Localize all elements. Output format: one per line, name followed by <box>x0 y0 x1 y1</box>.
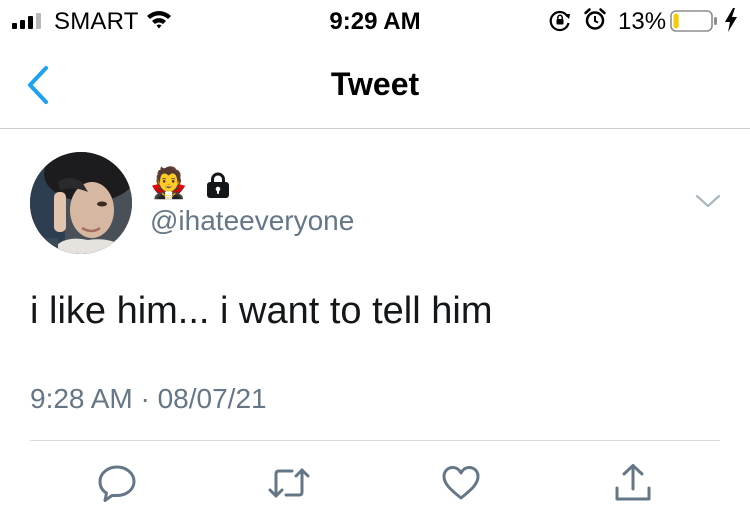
share-icon <box>615 464 651 501</box>
avatar[interactable] <box>30 152 132 254</box>
retweet-icon <box>268 468 310 498</box>
battery-percentage: 13% <box>618 8 667 35</box>
divider <box>30 440 720 441</box>
tweet-timestamp: 9:28 AM · 08/07/21 <box>30 383 267 414</box>
battery-icon <box>670 10 717 32</box>
lock-icon <box>207 172 229 198</box>
nav-bar: Tweet <box>0 40 750 129</box>
chevron-down-icon <box>695 194 721 208</box>
like-icon <box>442 466 480 500</box>
page-title: Tweet <box>330 66 420 102</box>
rotation-lock-icon <box>549 10 570 32</box>
charging-bolt-icon <box>725 8 737 32</box>
display-name-emoji: 🧛 <box>150 167 188 200</box>
status-bar: SMART 9:29 AM 13% <box>0 0 750 40</box>
tweet-text: i like him... i want to tell him <box>30 290 493 332</box>
tweet-menu-button[interactable] <box>694 192 722 210</box>
like-button[interactable] <box>440 462 482 504</box>
alarm-icon <box>584 8 606 30</box>
reply-icon <box>98 465 136 502</box>
share-button[interactable] <box>612 462 654 504</box>
retweet-button[interactable] <box>268 462 310 504</box>
user-handle[interactable]: @ihateeveryone <box>150 205 354 237</box>
reply-button[interactable] <box>96 462 138 504</box>
